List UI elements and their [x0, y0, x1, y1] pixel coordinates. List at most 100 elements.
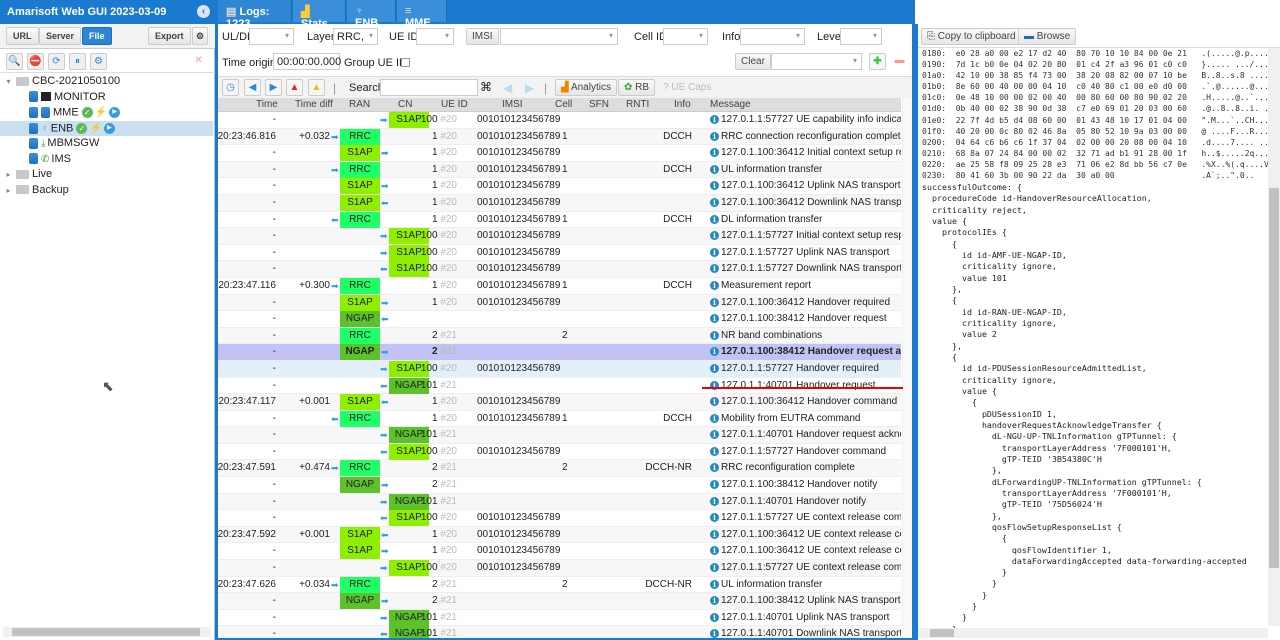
info-icon[interactable]: i [710, 347, 719, 357]
tab-logs[interactable]: ▤ Logs: 1223 [218, 0, 292, 30]
info-icon[interactable]: i [710, 496, 719, 506]
ue-caps-button[interactable]: ? UE Caps [663, 82, 711, 93]
arrow-right-icon[interactable]: ▶ [265, 79, 282, 96]
search-input[interactable] [380, 79, 478, 96]
col-time-diff[interactable]: Time diff [295, 99, 333, 110]
col-cell[interactable]: Cell [555, 99, 572, 110]
info-icon[interactable]: i [710, 330, 719, 340]
level-select[interactable]: ▾ [840, 28, 882, 45]
vertical-scrollbar[interactable] [902, 98, 912, 638]
table-row[interactable]: - S1AP ⬅ 100 #20 001010123456789 i 127.0.1.1:5… [218, 261, 901, 278]
info-icon[interactable]: i [710, 463, 719, 473]
col-info[interactable]: Info [674, 99, 691, 110]
info-icon[interactable]: i [710, 181, 719, 191]
tree-item-cbc[interactable]: ▾ CBC-2021050100 [0, 74, 213, 90]
imsi-select[interactable]: ▾ [500, 28, 618, 45]
table-row[interactable]: - S1AP ⬅ 100 #20 001010123456789 i 127.0.1.1:5… [218, 510, 901, 527]
info-icon[interactable]: i [710, 413, 719, 423]
table-row[interactable]: - NGAP ➡ 2 #21 i 127.0.1.100:38412 Handover n… [218, 477, 901, 494]
expand-icon[interactable]: ▾ [4, 74, 13, 89]
table-row[interactable]: - S1AP ➡ 1 #20 001010123456789 i 127.0.1.100:3… [218, 145, 901, 162]
warning-icon[interactable]: ▲ [308, 79, 325, 96]
table-row[interactable]: - NGAP ➡ 101 #21 i 127.0.1.1:40701 Uplink NAS… [218, 609, 901, 627]
table-row[interactable]: - S1AP ➡ 100 #20 001010123456789 i 127.0.1.1:5… [218, 360, 901, 378]
table-row[interactable]: 20:23:47.117 +0.001 S1AP ⬅ 1 #20 001010123456… [218, 394, 901, 411]
table-row[interactable]: 20:23:47.591 +0.474 RRC ➡ 2 #21 2 DCCH-NR i RRC … [218, 460, 901, 478]
info-icon[interactable]: i [710, 231, 719, 241]
tree-item-monitor[interactable]: MONITOR [0, 90, 213, 106]
horizontal-scrollbar[interactable] [918, 628, 1268, 638]
tab-enb[interactable]: ♆ ENB [347, 0, 396, 29]
play-icon[interactable]: ▶ [109, 107, 121, 118]
file-button[interactable]: File [82, 27, 112, 45]
table-row[interactable]: - S1AP ➡ 100 #20 001010123456789 i 127.0.1.1:5… [218, 228, 901, 245]
info-icon[interactable]: i [710, 430, 719, 440]
table-row[interactable]: - S1AP ➡ 1 #20 001010123456789 i 127.0.1.100:3… [218, 294, 901, 312]
next-match-icon[interactable]: ▶ [525, 81, 534, 95]
table-row[interactable]: - RRC ⬅ 1 #20 001010123456789 1 DCCH i Mobility … [218, 410, 901, 428]
imsi-button[interactable]: IMSI [466, 28, 499, 45]
table-row[interactable]: - S1AP ➡ 100 #20 001010123456789 i 127.0.1.1:5… [218, 112, 901, 129]
tree-item-ims[interactable]: ✆ IMS [0, 152, 213, 168]
table-row[interactable]: - NGAP ➡ 101 #21 i 127.0.1.1:40701 Handover r… [218, 427, 901, 444]
stop-icon[interactable]: ⛔ [27, 53, 44, 70]
table-row[interactable]: - NGAP ⬅ i 127.0.1.100:38412 Handover reque… [218, 311, 901, 328]
info-icon[interactable]: i [710, 280, 719, 290]
export-button[interactable]: Export [148, 27, 191, 45]
ueid-select[interactable]: ▾ [416, 28, 454, 45]
tree-item-live[interactable]: ▸ Live [0, 167, 213, 183]
vertical-scrollbar[interactable] [1268, 48, 1280, 626]
col-sfn[interactable]: SFN [589, 99, 609, 110]
tree-item-mme[interactable]: MME ✓ ⚡ ▶ [0, 105, 213, 121]
table-row[interactable]: - S1AP ➡ 100 #20 001010123456789 i 127.0.1.1:5… [218, 244, 901, 262]
table-row[interactable]: - RRC ➡ 1 #20 001010123456789 1 DCCH i UL inform… [218, 161, 901, 179]
info-icon[interactable]: i [710, 513, 719, 523]
server-button[interactable]: Server [39, 27, 82, 45]
table-row[interactable]: - NGAP ➡ 101 #21 i 127.0.1.1:40701 Handover n… [218, 493, 901, 511]
table-row[interactable]: - S1AP ⬅ 1 #20 001010123456789 i 127.0.1.100:3… [218, 194, 901, 212]
layer-select[interactable]: RRC, ▾ [333, 28, 378, 45]
copy-to-clipboard-button[interactable]: ⎘ Copy to clipboard [921, 28, 1022, 45]
table-row[interactable]: 20:23:47.626 +0.034 RRC ➡ 2 #21 2 DCCH-NR i UL i… [218, 576, 901, 594]
cellid-select[interactable]: ▾ [663, 28, 708, 45]
col-rnti[interactable]: RNTI [626, 99, 649, 110]
clear-button[interactable]: Clear [735, 53, 771, 70]
tree-item-enb[interactable]: ♆ ENB ✓ ⚡ ▶ [0, 120, 213, 136]
table-row[interactable]: - S1AP ➡ 1 #20 001010123456789 i 127.0.1.100:3… [218, 543, 901, 561]
col-time[interactable]: Time [256, 99, 278, 110]
info-icon[interactable]: i [710, 314, 719, 324]
info-icon[interactable]: i [710, 579, 719, 589]
arrow-left-icon[interactable]: ◀ [244, 79, 261, 96]
info-icon[interactable]: i [710, 148, 719, 158]
search-icon[interactable]: 🔍 [6, 53, 23, 70]
analytics-button[interactable]: ▟ Analytics [555, 79, 617, 96]
expand-icon[interactable]: ▸ [4, 167, 13, 182]
error-icon[interactable]: ▲ [286, 79, 303, 96]
table-row[interactable]: - RRC 2 #21 2 i NR band combinations [218, 327, 901, 345]
info-icon[interactable]: i [710, 529, 719, 539]
info-icon[interactable]: i [710, 297, 719, 307]
table-row[interactable]: - NGAP ➡ 2 #21 i 127.0.1.100:38412 Handover r… [218, 344, 901, 361]
filter-preset-select[interactable]: ▾ [771, 53, 862, 70]
tab-stats[interactable]: ▟ Stats [293, 0, 346, 30]
table-row[interactable]: - NGAP ⬅ 101 #21 i 127.0.1.1:40701 Downlink N… [218, 626, 901, 638]
info-icon[interactable]: i [710, 131, 719, 141]
rb-button[interactable]: ✿ RB [618, 79, 656, 96]
table-row[interactable]: 20:23:47.116 +0.300 RRC ➡ 1 #20 0010101234567… [218, 277, 901, 295]
table-row[interactable]: - NGAP ⬅ 101 #21 i 127.0.1.1:40701 Handover r… [218, 377, 901, 395]
prev-match-icon[interactable]: ◀ [503, 81, 512, 95]
info-icon[interactable]: i [710, 247, 719, 257]
info-icon[interactable]: i [710, 397, 719, 407]
settings-icon[interactable]: ⚙ [192, 27, 209, 45]
tab-mme[interactable]: ≡ MME [397, 0, 447, 29]
col-message[interactable]: Message [710, 99, 751, 110]
remove-icon[interactable]: ▬ [891, 53, 908, 70]
close-icon[interactable]: ✕ [190, 53, 207, 70]
network-icon[interactable]: ⚙ [90, 53, 107, 70]
info-icon[interactable]: i [710, 480, 719, 490]
tree-item-backup[interactable]: ▸ Backup [0, 183, 213, 199]
table-row[interactable]: - RRC ⬅ 1 #20 001010123456789 1 DCCH i DL inform… [218, 211, 901, 229]
table-row[interactable]: 20:23:47.592 +0.001 S1AP ⬅ 1 #20 001010123456… [218, 526, 901, 544]
url-button[interactable]: URL [6, 27, 39, 45]
info-icon[interactable]: i [710, 115, 719, 124]
